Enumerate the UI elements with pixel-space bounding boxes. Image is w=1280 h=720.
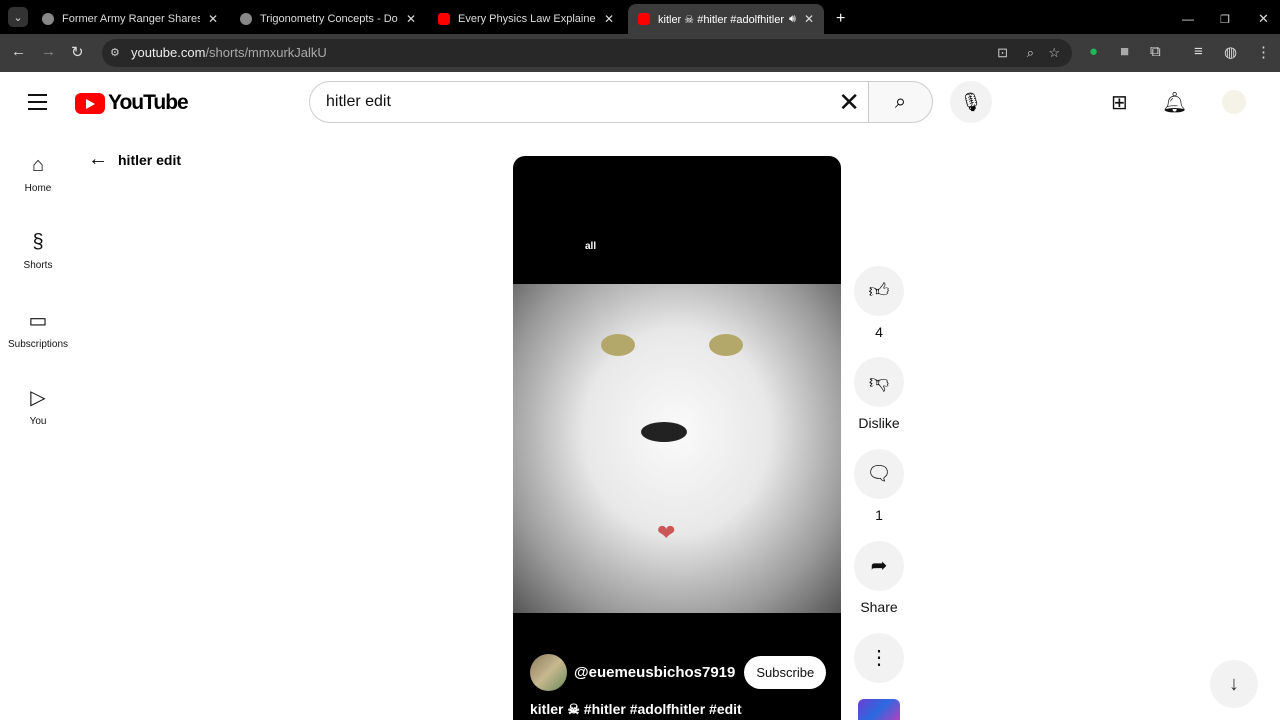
channel-name[interactable]: @euemeusbichos7919	[574, 664, 735, 681]
tab-1[interactable]: Former Army Ranger Shares His✕	[32, 4, 228, 34]
thumbs-down-icon: 👎︎	[868, 371, 890, 393]
notifications-bell-icon[interactable]: 🔔︎	[1162, 90, 1187, 115]
comments-button[interactable]: 🗨︎	[854, 449, 904, 499]
video-overlay-text: all	[585, 241, 597, 252]
sidebar-item-shorts[interactable]: § Shorts	[0, 217, 76, 294]
more-action: ⋮	[854, 633, 904, 683]
speaker-icon[interactable]: 🔊︎	[789, 13, 796, 26]
back-to-search-button[interactable]: ← hitler edit	[88, 148, 181, 171]
avatar[interactable]	[1222, 90, 1246, 114]
arrow-down-icon: ↓	[1229, 673, 1239, 695]
close-window-button[interactable]: ✕	[1248, 4, 1279, 34]
next-short-button[interactable]: ↓	[1210, 660, 1258, 708]
sidebar-item-home[interactable]: ⌂ Home	[0, 140, 76, 217]
tab-2[interactable]: Trigonometry Concepts - Don't ✕	[230, 4, 426, 34]
sidebar-item-you[interactable]: ▷ You	[0, 371, 76, 448]
tab-3[interactable]: Every Physics Law Explained in✕	[428, 4, 624, 34]
dislike-label: Dislike	[858, 415, 900, 431]
more-options-button[interactable]: ⋮	[854, 633, 904, 683]
youtube-icon	[638, 13, 650, 25]
forward-icon[interactable]: →	[41, 43, 56, 60]
browser-tab-bar: ⌄ Former Army Ranger Shares His✕ Trigono…	[0, 0, 1280, 34]
search-input[interactable]: hitler edit ✕	[309, 81, 869, 123]
like-count: 4	[875, 324, 883, 340]
youtube-header: YouTube hitler edit ✕ ⌕ 🎙︎ ⊞ 🔔︎	[0, 72, 1280, 132]
tab-search-button[interactable]: ⌄	[8, 7, 28, 27]
sidebar: ⌂ Home § Shorts ▭ Subscriptions ▷ You	[0, 140, 76, 448]
tab-4-active[interactable]: kitler ☠ #hitler #adolfhitler 🔊︎ ✕	[628, 4, 824, 34]
subscribe-button[interactable]: Subscribe	[744, 656, 827, 689]
search-button[interactable]: ⌕	[868, 81, 933, 123]
restore-button[interactable]: ❐	[1210, 4, 1240, 34]
hamburger-menu-icon[interactable]	[28, 94, 47, 115]
home-icon: ⌂	[31, 154, 45, 176]
reload-icon[interactable]: ↻	[71, 43, 84, 61]
sidebar-item-subscriptions[interactable]: ▭ Subscriptions	[0, 294, 76, 371]
close-tab-icon[interactable]: ✕	[208, 12, 218, 26]
shorts-player[interactable]: all ❤ @euemeusbichos7919 Subscribe kitle…	[513, 156, 841, 720]
heart-emoji: ❤	[657, 520, 676, 545]
comment-count: 1	[875, 507, 883, 523]
profile-icon[interactable]: ◍	[1224, 43, 1237, 61]
clear-search-icon[interactable]: ✕	[838, 82, 860, 122]
share-button[interactable]: ➦	[854, 541, 904, 591]
youtube-icon	[438, 13, 450, 25]
cat-eye	[601, 334, 635, 356]
globe-icon	[240, 13, 252, 25]
thumbs-up-icon: 👍︎	[868, 280, 890, 302]
extension-icon[interactable]: ■	[1120, 43, 1129, 60]
reading-list-icon[interactable]: ≡	[1194, 43, 1203, 60]
microphone-icon: 🎙︎	[959, 92, 983, 112]
channel-row: @euemeusbichos7919 Subscribe	[530, 654, 827, 691]
dislike-action: 👎︎ Dislike	[854, 357, 904, 431]
create-video-icon[interactable]: ⊞	[1111, 90, 1128, 115]
like-button[interactable]: 👍︎	[854, 266, 904, 316]
youtube-logo[interactable]: YouTube	[75, 91, 189, 115]
arrow-left-icon: ←	[88, 148, 108, 170]
voice-search-button[interactable]: 🎙︎	[950, 81, 992, 123]
short-title: kitler ☠ #hitler #adolfhitler #edit	[530, 701, 742, 717]
you-library-icon: ▷	[30, 387, 46, 409]
share-label: Share	[860, 599, 898, 615]
globe-icon	[42, 13, 54, 25]
shorts-icon: §	[32, 231, 44, 253]
grammarly-icon[interactable]: ●	[1089, 43, 1098, 60]
subscriptions-icon: ▭	[28, 310, 48, 332]
more-dots-icon: ⋮	[869, 647, 889, 669]
extensions-puzzle-icon[interactable]: ⧉	[1150, 43, 1161, 60]
minimize-button[interactable]: —	[1172, 4, 1204, 34]
bookmark-star-icon[interactable]: ☆	[1048, 39, 1060, 67]
new-tab-button[interactable]: +	[826, 4, 855, 34]
zoom-icon[interactable]: ⌕	[1027, 39, 1034, 67]
sound-thumbnail[interactable]	[858, 699, 900, 720]
close-tab-icon[interactable]: ✕	[804, 12, 814, 26]
cat-nose	[641, 422, 687, 442]
search-icon: ⌕	[894, 91, 907, 113]
cat-eye	[709, 334, 743, 356]
menu-dots-icon[interactable]: ⋮	[1256, 43, 1271, 61]
close-tab-icon[interactable]: ✕	[604, 12, 614, 26]
share-action: ➦ Share	[854, 541, 904, 615]
video-frame[interactable]: ❤	[513, 284, 841, 613]
channel-avatar[interactable]	[530, 654, 567, 691]
comments-action: 🗨︎ 1	[854, 449, 904, 523]
site-info-icon[interactable]: ⚙	[110, 39, 120, 67]
comment-icon: 🗨︎	[866, 463, 892, 485]
dislike-button[interactable]: 👎︎	[854, 357, 904, 407]
youtube-play-icon	[75, 92, 105, 114]
share-arrow-icon: ➦	[870, 555, 888, 577]
browser-toolbar: ← → ↻ ⚙ youtube.com/shorts/mmxurkJalkU ⊡ …	[0, 34, 1280, 72]
close-tab-icon[interactable]: ✕	[406, 12, 416, 26]
install-icon[interactable]: ⊡	[997, 39, 1008, 67]
address-bar[interactable]: ⚙ youtube.com/shorts/mmxurkJalkU ⊡ ⌕ ☆	[102, 39, 1072, 67]
like-action: 👍︎ 4	[854, 266, 904, 340]
back-icon[interactable]: ←	[11, 43, 26, 60]
